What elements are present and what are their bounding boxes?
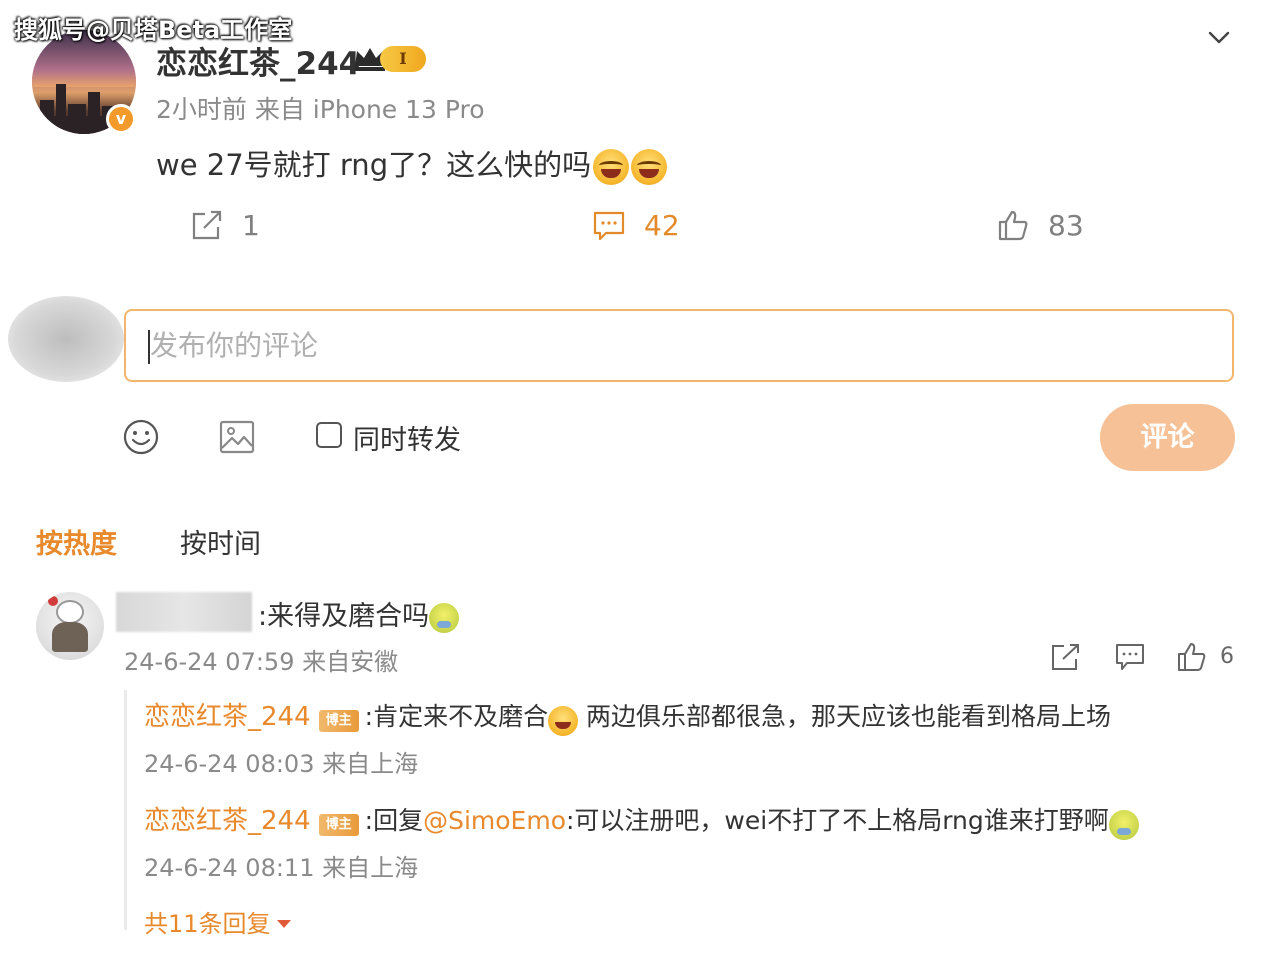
reply-item: 恋恋红茶_244 博主:肯定来不及磨合 两边俱乐部都很急，那天应该也能看到格局上场 (144, 696, 1111, 736)
repost-button[interactable]: 1 (190, 208, 260, 242)
laugh-cry-emoji-icon (593, 149, 630, 185)
like-count: 83 (1048, 208, 1084, 242)
repost-checkbox-label[interactable]: 同时转发 (353, 418, 461, 457)
reply-thread-line (124, 690, 127, 930)
comment-text: :来得及磨合吗 (258, 594, 460, 633)
reply-text-continued: 两边俱乐部都很急，那天应该也能看到格局上场 (578, 702, 1112, 731)
comment-icon[interactable] (1114, 642, 1146, 672)
reply-item: 恋恋红茶_244 博主:回复@SimoEmo:可以注册吧，wei不打了不上格局rn… (144, 800, 1139, 840)
sick-emoji-icon (429, 602, 460, 633)
reply-author[interactable]: 恋恋红茶_244 (144, 806, 311, 836)
verified-badge-icon: v (106, 104, 136, 134)
share-icon (192, 210, 222, 240)
author-badge: 博主 (318, 813, 359, 836)
tab-sort-time[interactable]: 按时间 (180, 522, 261, 561)
more-replies-link[interactable]: 共11条回复 (144, 904, 291, 939)
comment-like-count: 6 (1220, 644, 1234, 669)
chevron-down-icon[interactable] (1204, 24, 1234, 50)
thumbs-up-icon[interactable] (1176, 642, 1208, 672)
reply-prefix: :回复 (364, 806, 424, 835)
current-user-avatar (8, 296, 124, 382)
reply-author[interactable]: 恋恋红茶_244 (144, 702, 311, 732)
mention-link[interactable]: @SimoEmo (423, 806, 566, 835)
comment-count: 42 (644, 208, 680, 242)
comment-button[interactable]: 42 (592, 208, 680, 242)
redacted-username (116, 592, 252, 632)
reply-meta: 24-6-24 08:11 来自上海 (144, 854, 419, 882)
reply-meta: 24-6-24 08:03 来自上海 (144, 750, 419, 778)
thumbs-up-icon (998, 210, 1028, 241)
crying-emoji-icon (1108, 809, 1139, 840)
caret-down-icon (276, 919, 291, 928)
watermark: 搜狐号@贝塔Beta工作室 (14, 16, 293, 44)
repost-count: 1 (242, 208, 260, 242)
comment-icon (593, 211, 625, 241)
laugh-cry-emoji-icon (631, 149, 668, 185)
author-badge: 博主 (318, 709, 359, 732)
submit-comment-button[interactable]: 评论 (1100, 404, 1235, 471)
post-text: we 27号就打 rng了？这么快的吗 (156, 148, 592, 182)
comment-meta: 24-6-24 07:59 来自安徽 (124, 648, 399, 676)
reply-text: :肯定来不及磨合 (364, 702, 549, 731)
image-icon[interactable] (218, 418, 256, 456)
like-button[interactable]: 83 (996, 208, 1084, 242)
more-replies-label: 共11条回复 (144, 910, 271, 938)
repost-checkbox[interactable] (316, 422, 342, 448)
share-icon[interactable] (1050, 642, 1082, 672)
text-caret (148, 330, 150, 364)
comment-body: :来得及磨合吗 (258, 601, 430, 632)
post-meta: 2小时前 来自 iPhone 13 Pro (156, 95, 485, 124)
emoji-smiley-icon[interactable] (122, 418, 160, 456)
reply-text: :可以注册吧，wei不打了不上格局rng谁来打野啊 (566, 806, 1109, 835)
comment-input[interactable] (124, 309, 1234, 382)
commenter-avatar[interactable] (36, 592, 104, 660)
laugh-cry-emoji-icon (548, 705, 579, 736)
level-badge: I (380, 46, 426, 72)
tab-sort-hot[interactable]: 按热度 (36, 522, 117, 561)
post-content: we 27号就打 rng了？这么快的吗 (156, 142, 668, 185)
